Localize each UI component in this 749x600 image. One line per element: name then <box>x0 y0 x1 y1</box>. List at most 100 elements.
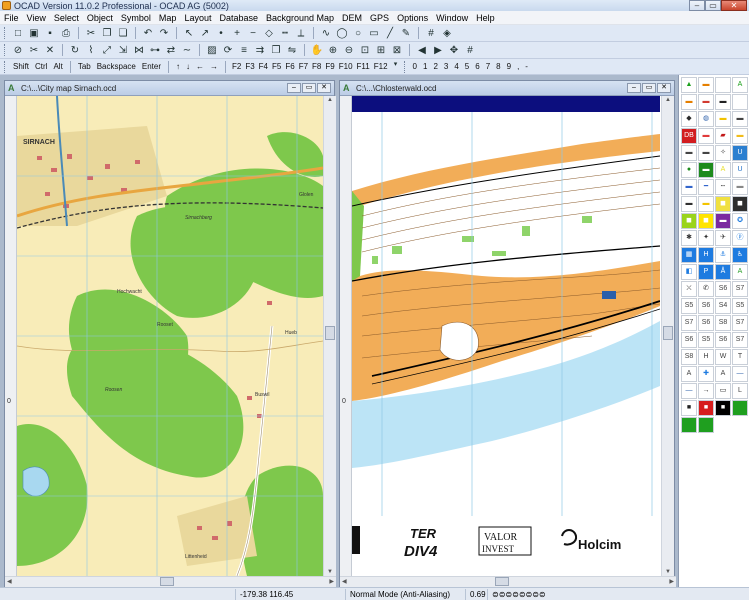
rotate-icon[interactable]: ↻ <box>68 44 82 57</box>
city-map-canvas[interactable]: SIRNACH Glolen Hochwacht Sirnachberg Roo… <box>17 96 323 576</box>
digit-key-button[interactable]: , <box>514 62 522 71</box>
digit-key-button[interactable]: 3 <box>441 62 451 71</box>
symbol-button[interactable]: S5 <box>732 298 748 314</box>
undo-icon[interactable]: ↶ <box>141 27 155 40</box>
symbol-button[interactable]: — <box>732 366 748 382</box>
toolbar-grip[interactable] <box>4 27 7 39</box>
digit-key-button[interactable]: 0 <box>410 62 420 71</box>
symbol-button[interactable]: ▬ <box>715 94 731 110</box>
symbol-button[interactable]: S5 <box>698 332 714 348</box>
symbol-button[interactable]: ▬ <box>681 196 697 212</box>
symbol-button[interactable]: ◼ <box>715 196 731 212</box>
symbol-button[interactable]: ✱ <box>681 230 697 246</box>
digit-key-button[interactable]: 8 <box>493 62 503 71</box>
toolbar-grip[interactable] <box>4 60 7 73</box>
ocad-app-icon[interactable] <box>2 1 11 10</box>
freehand-icon[interactable]: ✎ <box>399 27 413 40</box>
toolbar-overflow-chevron[interactable] <box>455 26 463 40</box>
function-key-button-f4[interactable]: F4 <box>257 62 270 71</box>
curve-mode-icon[interactable]: ∿ <box>319 27 333 40</box>
ctrl-key-button[interactable]: Ctrl <box>32 62 50 71</box>
symbol-button[interactable]: ♿ <box>732 247 748 263</box>
symbol-button[interactable] <box>698 417 714 433</box>
paste-icon[interactable]: ❏ <box>116 27 130 40</box>
symbol-button[interactable]: ▬ <box>698 94 714 110</box>
previous-view-icon[interactable]: ◀ <box>415 44 429 57</box>
arrow-left-key-button[interactable]: ← <box>193 62 207 71</box>
symbol-button[interactable]: ▬ <box>732 179 748 195</box>
menu-options[interactable]: Options <box>393 13 432 23</box>
digit-key-button[interactable]: 9 <box>504 62 514 71</box>
symbol-button[interactable]: H <box>698 247 714 263</box>
symbol-button[interactable]: ▬ <box>715 111 731 127</box>
symbol-button[interactable]: ▬ <box>715 213 731 229</box>
document-caption[interactable]: A C:\...\City map Sirnach.ocd – ▭ ✕ <box>5 81 334 96</box>
symbol-button[interactable]: ▬ <box>698 162 714 178</box>
open-folder-icon[interactable]: ▣ <box>27 27 41 40</box>
symbol-button[interactable]: ⚓ <box>715 247 731 263</box>
straight-line-icon[interactable]: ╱ <box>383 27 397 40</box>
document-window-sirnach[interactable]: A C:\...\City map Sirnach.ocd – ▭ ✕ 0 SI… <box>4 80 336 587</box>
symbol-button[interactable]: ▬ <box>698 77 714 93</box>
symbol-button[interactable]: → <box>698 383 714 399</box>
dash-point-icon[interactable]: ┅ <box>278 27 292 40</box>
fill-icon[interactable]: ▨ <box>205 44 219 57</box>
symbol-button[interactable]: S6 <box>681 332 697 348</box>
symbol-button[interactable]: A <box>715 162 731 178</box>
numeric-icon[interactable]: # <box>424 27 438 40</box>
document-caption[interactable]: A C:\...\Chlosterwald.ocd – ▭ ✕ <box>340 81 674 96</box>
rectangle-mode-icon[interactable]: ▭ <box>367 27 381 40</box>
digit-key-button[interactable]: 1 <box>420 62 430 71</box>
edit-point-icon[interactable]: • <box>214 27 228 40</box>
symbol-button[interactable]: ◍ <box>698 111 714 127</box>
symbol-button[interactable]: U <box>732 162 748 178</box>
symbol-button[interactable]: ◼ <box>681 213 697 229</box>
redo-icon[interactable]: ↷ <box>157 27 171 40</box>
next-view-icon[interactable]: ▶ <box>431 44 445 57</box>
pointer-icon[interactable]: ↖ <box>182 27 196 40</box>
orienteering-map-canvas[interactable]: TER DIV4 VALOR INVEST Holcim <box>352 96 660 576</box>
doc-close-button[interactable]: ✕ <box>657 83 671 93</box>
function-key-button-f3[interactable]: F3 <box>243 62 256 71</box>
symbol-button[interactable]: ✪ <box>732 213 748 229</box>
backspace-key-button[interactable]: Backspace <box>94 62 139 71</box>
smooth-icon[interactable]: ∼ <box>180 44 194 57</box>
zoom-out-icon[interactable]: ⊖ <box>342 44 356 57</box>
save-icon[interactable]: ▪ <box>43 27 57 40</box>
symbol-button[interactable]: ▬ <box>681 145 697 161</box>
symbol-button[interactable]: ■ <box>698 400 714 416</box>
doc-close-button[interactable]: ✕ <box>317 83 331 93</box>
move-icon[interactable]: ✥ <box>447 44 461 57</box>
scroll-up-arrow[interactable]: ▲ <box>665 97 671 103</box>
function-key-button-f2[interactable]: F2 <box>230 62 243 71</box>
menu-select[interactable]: Select <box>50 13 83 23</box>
symbol-button[interactable]: H <box>698 349 714 365</box>
horizontal-scrollbar[interactable]: ◀ ▶ <box>340 576 676 587</box>
symbol-button[interactable]: ▭ <box>715 383 731 399</box>
symbol-button[interactable]: A <box>715 366 731 382</box>
symbol-button[interactable]: ▬ <box>681 179 697 195</box>
doc-minimize-button[interactable]: – <box>627 83 641 93</box>
symbol-button[interactable]: S5 <box>681 298 697 314</box>
symbol-button[interactable]: S6 <box>698 315 714 331</box>
horizontal-scrollbar[interactable]: ◀ ▶ <box>5 576 336 587</box>
measure-icon[interactable]: ⟂ <box>294 27 308 40</box>
toolbar-overflow-chevron[interactable] <box>478 43 486 57</box>
stretch-icon[interactable]: ⤢ <box>100 44 114 57</box>
doc-restore-button[interactable]: ▭ <box>302 83 316 93</box>
menu-object[interactable]: Object <box>83 13 117 23</box>
remove-point-icon[interactable]: − <box>246 27 260 40</box>
function-key-button-f7[interactable]: F7 <box>297 62 310 71</box>
scroll-right-arrow[interactable]: ▶ <box>669 578 674 585</box>
symbol-button[interactable]: ━ <box>698 179 714 195</box>
new-file-icon[interactable]: □ <box>11 27 25 40</box>
symbol-button[interactable]: S6 <box>715 332 731 348</box>
symbol-button[interactable]: S8 <box>715 315 731 331</box>
symbol-button[interactable]: S8 <box>681 349 697 365</box>
digit-key-button[interactable]: - <box>522 62 531 71</box>
symbol-button[interactable]: S7 <box>681 315 697 331</box>
scroll-left-arrow[interactable]: ◀ <box>342 578 347 585</box>
function-key-button-f5[interactable]: F5 <box>270 62 283 71</box>
symbol-button[interactable]: A <box>732 264 748 280</box>
status-layer-icons[interactable]: ⊜⊜⊜⊜⊜⊜⊜⊜ <box>488 589 550 600</box>
